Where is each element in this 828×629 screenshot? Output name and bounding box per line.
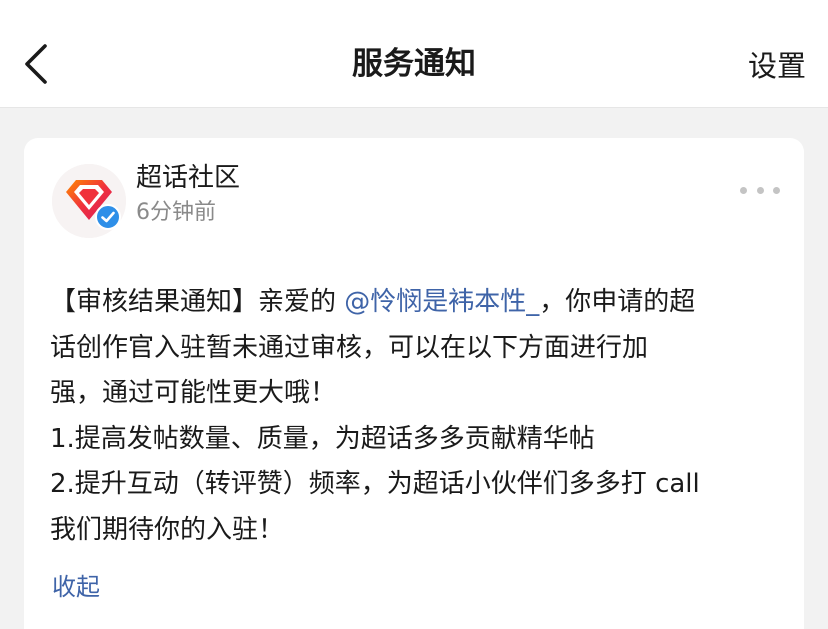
timestamp: 6分钟前: [136, 200, 216, 225]
message-line: 2.提升互动（转评赞）频率，为超话小伙伴们多多打 call: [50, 469, 700, 500]
message-line: 1.提高发帖数量、质量，为超话多多贡献精华帖: [50, 423, 595, 454]
more-dots-icon: [773, 186, 780, 194]
message-line: 强，通过可能性更大哦！: [50, 378, 337, 409]
chevron-left-icon: [25, 44, 47, 84]
page-title: 服务通知: [352, 46, 476, 82]
author-name[interactable]: 超话社区: [136, 160, 240, 196]
more-dots-icon: [740, 186, 747, 194]
message-line: 话创作官入驻暂未通过审核，可以在以下方面进行加: [50, 332, 649, 363]
message-line: 【审核结果通知】亲爱的 @怜悯是袆本性_，你申请的超: [50, 280, 790, 326]
message-body: 【审核结果通知】亲爱的 @怜悯是袆本性_，你申请的超 话创作官入驻暂未通过审核，…: [50, 280, 790, 554]
settings-button[interactable]: 设置: [748, 44, 806, 88]
collapse-link[interactable]: 收起: [52, 570, 100, 604]
message-text: ，你申请的超: [539, 287, 696, 317]
back-button[interactable]: [18, 40, 54, 88]
notification-card: 超话社区 6分钟前 【审核结果通知】亲爱的 @怜悯是袆本性_，你申请的超 话创作…: [24, 138, 804, 629]
message-line: 我们期待你的入驻！: [50, 514, 285, 545]
more-dots-icon: [756, 186, 764, 194]
message-text: 【审核结果通知】亲爱的: [50, 287, 345, 317]
more-options-button[interactable]: [740, 178, 780, 202]
user-mention-link[interactable]: @怜悯是袆本性_: [344, 287, 539, 317]
verified-badge-icon: [95, 204, 121, 230]
top-navigation-bar: 服务通知 设置: [0, 0, 828, 108]
